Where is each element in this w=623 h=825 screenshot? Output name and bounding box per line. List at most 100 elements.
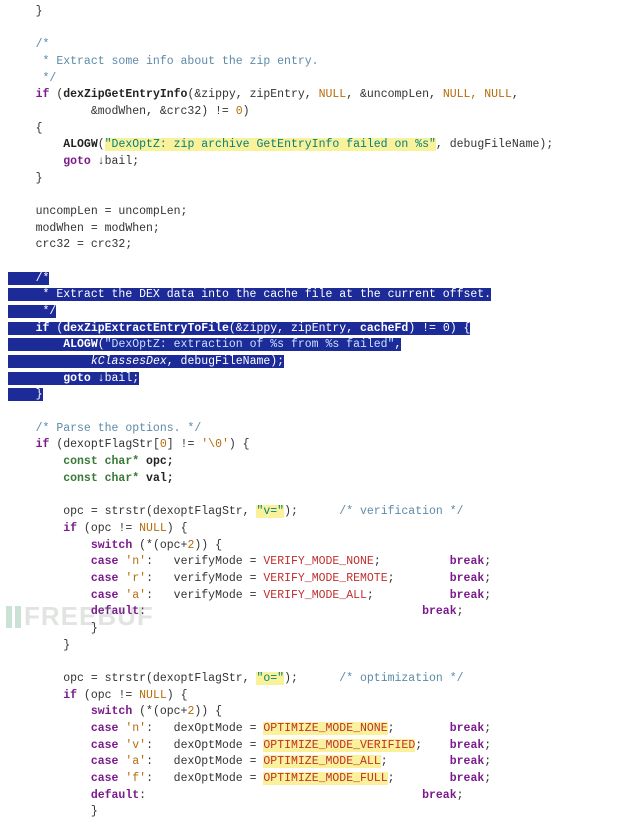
selection: }	[8, 388, 43, 401]
ident: opc;	[139, 455, 174, 468]
txt: ;	[388, 572, 395, 585]
null: NULL	[139, 522, 167, 535]
keyword-break: break	[450, 755, 485, 768]
txt: (opc !=	[77, 689, 139, 702]
txt: : verifyMode =	[146, 589, 263, 602]
comment: /* optimization */	[339, 672, 463, 685]
selection: */	[8, 305, 56, 318]
fn: dexZipGetEntryInfo	[63, 88, 187, 101]
keyword-break: break	[450, 739, 485, 752]
comment: /*	[36, 38, 50, 51]
txt: &modWhen, &crc32) !=	[8, 105, 236, 118]
txt: : dexOptMode =	[146, 722, 263, 735]
txt: : verifyMode =	[146, 572, 263, 585]
const: OPTIMIZE_MODE_NONE	[263, 722, 387, 735]
string: "v="	[256, 505, 284, 518]
txt: (&zippy, zipEntry,	[229, 322, 360, 335]
txt: : dexOptMode =	[146, 739, 263, 752]
txt: (	[98, 138, 105, 151]
const: VERIFY_MODE_NONE	[263, 555, 373, 568]
char: '\0'	[201, 438, 229, 451]
txt: ) {	[450, 322, 471, 335]
const: OPTIMIZE_MODE_ALL	[263, 755, 380, 768]
txt: , debugFileName);	[436, 138, 553, 151]
keyword-if: if	[63, 689, 77, 702]
keyword-if: if	[36, 438, 50, 451]
keyword-break: break	[450, 589, 485, 602]
null: NULL	[139, 689, 167, 702]
char: 'n'	[125, 555, 146, 568]
txt: ,	[395, 338, 402, 351]
selection: * Extract the DEX data into the cache fi…	[8, 288, 491, 301]
txt: (	[98, 338, 105, 351]
selection: ALOGW("DexOptZ: extraction of %s from %s…	[8, 338, 401, 351]
txt: ;	[388, 772, 395, 785]
brace: {	[36, 122, 43, 135]
txt: : dexOptMode =	[146, 755, 263, 768]
txt: (*(opc+	[132, 539, 187, 552]
txt: ,	[512, 88, 519, 101]
char: 'a'	[125, 589, 146, 602]
comment: */	[36, 72, 57, 85]
keyword-case: case	[91, 589, 119, 602]
txt: ;	[415, 739, 422, 752]
txt: ) {	[229, 438, 250, 451]
selection: goto ↓bail;	[8, 372, 139, 385]
keyword-case: case	[91, 739, 119, 752]
comment: * Extract the DEX data into the cache fi…	[36, 288, 491, 301]
keyword-break: break	[450, 772, 485, 785]
string: "DexOptZ: extraction of %s from %s faile…	[105, 338, 395, 351]
type: const char*	[63, 455, 139, 468]
txt: , debugFileName);	[167, 355, 284, 368]
brace: }	[91, 622, 98, 635]
txt: )	[243, 105, 250, 118]
keyword-case: case	[91, 555, 119, 568]
char: 'a'	[125, 755, 146, 768]
comment: /* Parse the options. */	[36, 422, 202, 435]
keyword-case: case	[91, 572, 119, 585]
txt: opc = strstr(dexoptFlagStr,	[63, 672, 256, 685]
txt: (opc !=	[77, 522, 139, 535]
comment: /* verification */	[339, 505, 463, 518]
type: const char*	[63, 472, 139, 485]
keyword-goto: goto	[63, 155, 91, 168]
txt: ;	[367, 589, 374, 602]
keyword-case: case	[91, 722, 119, 735]
txt: );	[284, 505, 298, 518]
brace: }	[63, 639, 70, 652]
txt: ;	[388, 722, 395, 735]
keyword-break: break	[450, 572, 485, 585]
txt: ↓bail;	[91, 372, 139, 385]
txt: (&zippy, zipEntry,	[187, 88, 318, 101]
txt: )) {	[194, 539, 222, 552]
keyword-break: break	[422, 789, 457, 802]
null: NULL, NULL	[443, 88, 512, 101]
selection: /*	[8, 272, 49, 285]
keyword-switch: switch	[91, 539, 132, 552]
comment: /*	[36, 272, 50, 285]
keyword-case: case	[91, 772, 119, 785]
line: crc32 = crc32;	[36, 238, 133, 251]
string: "o="	[256, 672, 284, 685]
comment: * Extract some info about the zip entry.	[36, 55, 319, 68]
keyword-default: default	[91, 789, 139, 802]
fn: ALOGW	[63, 338, 98, 351]
txt: ;	[374, 555, 381, 568]
txt: ;	[381, 755, 388, 768]
txt: ) {	[167, 689, 188, 702]
txt: );	[284, 672, 298, 685]
keyword-goto: goto	[63, 372, 91, 385]
txt: :	[139, 789, 146, 802]
const: VERIFY_MODE_REMOTE	[263, 572, 387, 585]
ident: cacheFd	[360, 322, 408, 335]
line: }	[8, 5, 43, 18]
txt: ) !=	[408, 322, 443, 335]
selection: if (dexZipExtractEntryToFile(&zippy, zip…	[8, 322, 470, 335]
const: VERIFY_MODE_ALL	[263, 589, 367, 602]
fn: ALOGW	[63, 138, 98, 151]
num: 0	[236, 105, 243, 118]
txt: : verifyMode =	[146, 555, 263, 568]
comment: */	[36, 305, 57, 318]
txt: : dexOptMode =	[146, 772, 263, 785]
num: 0	[443, 322, 450, 335]
